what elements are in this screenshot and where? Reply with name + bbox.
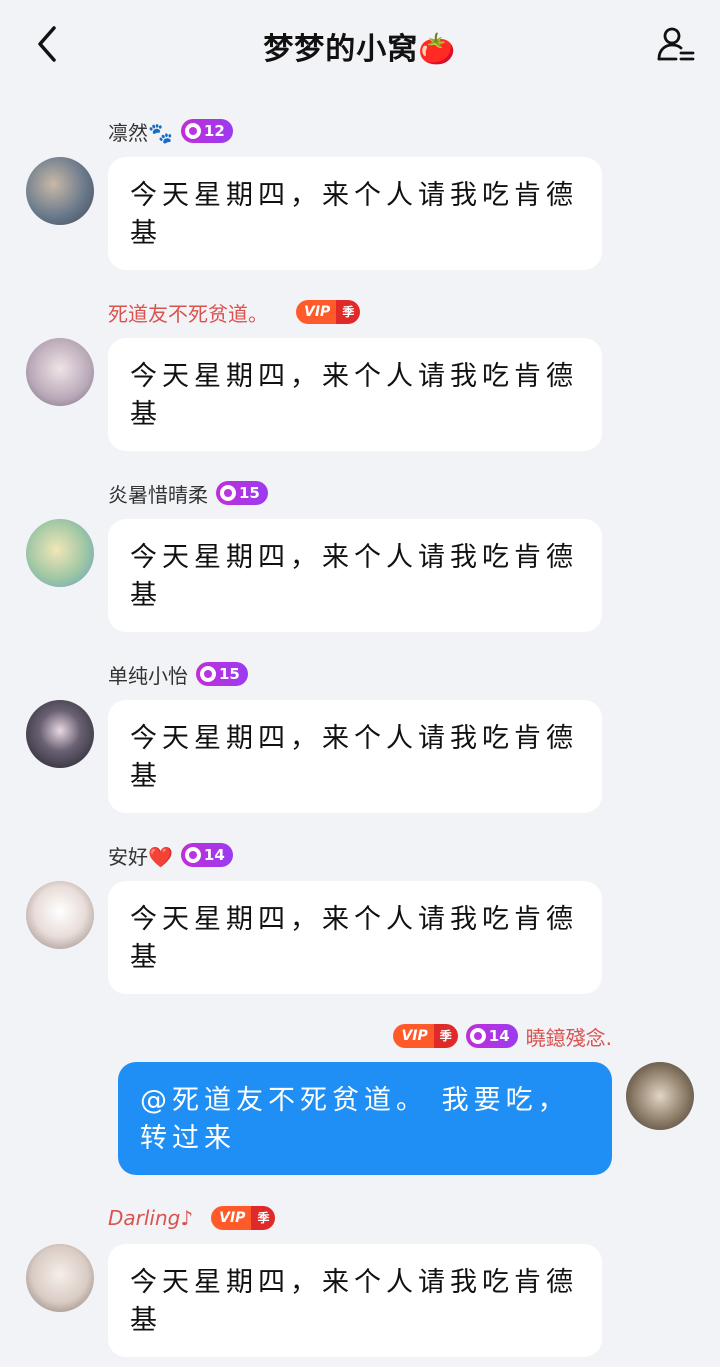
avatar[interactable] (26, 338, 94, 406)
chat-title: 梦梦的小窝🍅 (263, 32, 457, 67)
self-message-bubble[interactable]: @死道友不死贫道。 我要吃，转过来 (118, 1062, 612, 1175)
level-badge: 14 (465, 1024, 518, 1048)
sender-name-row: 炎暑惜晴柔 15 (108, 478, 268, 508)
message-bubble[interactable]: 今天星期四，来个人请我吃肯德基 (108, 157, 602, 270)
sender-name[interactable]: 凛然🐾 (108, 117, 173, 146)
level-badge: 15 (196, 662, 248, 686)
sender-name-row: 死道友不死贫道。 VIP 季 (108, 297, 361, 327)
level-number: 15 (219, 665, 240, 683)
level-icon (469, 1028, 486, 1044)
message-bubble[interactable]: 今天星期四，来个人请我吃肯德基 (108, 1244, 602, 1357)
vip-badge: VIP 季 (296, 300, 361, 324)
level-number: 12 (203, 122, 225, 140)
avatar[interactable] (26, 1244, 94, 1312)
sender-name-row: 安好❤️ 14 (108, 840, 233, 870)
level-number: 14 (203, 846, 225, 864)
vip-label: VIP (393, 1024, 434, 1048)
chat-header: 梦梦的小窝🍅 (0, 0, 720, 88)
avatar[interactable] (26, 519, 94, 587)
level-icon (184, 847, 201, 863)
level-number: 15 (239, 484, 260, 502)
sender-name[interactable]: Darling♪ (108, 1206, 193, 1230)
level-number: 14 (488, 1027, 510, 1045)
message-bubble[interactable]: 今天星期四，来个人请我吃肯德基 (108, 338, 602, 451)
sender-name[interactable]: 曉鐿殘念. (526, 1022, 612, 1051)
level-badge: 14 (180, 843, 233, 867)
group-members-icon[interactable] (656, 24, 696, 64)
sender-name-row: 单纯小怡 15 (108, 659, 248, 689)
level-icon (220, 485, 236, 501)
self-avatar[interactable] (626, 1062, 694, 1130)
vip-season: 季 (433, 1024, 458, 1048)
vip-badge: VIP 季 (211, 1206, 276, 1230)
message-bubble[interactable]: 今天星期四，来个人请我吃肯德基 (108, 519, 602, 632)
vip-label: VIP (296, 300, 337, 324)
sender-name-row: Darling♪ VIP 季 (108, 1203, 276, 1233)
vip-season: 季 (336, 300, 361, 324)
avatar[interactable] (26, 881, 94, 949)
level-icon (184, 123, 201, 139)
avatar[interactable] (26, 700, 94, 768)
level-badge: 12 (180, 119, 233, 143)
vip-label: VIP (211, 1206, 252, 1230)
message-bubble[interactable]: 今天星期四，来个人请我吃肯德基 (108, 881, 602, 994)
sender-name[interactable]: 死道友不死贫道。 (108, 298, 268, 327)
sender-name-row: 凛然🐾 12 (108, 116, 233, 146)
message-bubble[interactable]: 今天星期四，来个人请我吃肯德基 (108, 700, 602, 813)
level-badge: 15 (216, 481, 268, 505)
level-icon (200, 666, 216, 682)
avatar[interactable] (26, 157, 94, 225)
vip-badge: VIP 季 (393, 1024, 458, 1048)
vip-season: 季 (251, 1206, 276, 1230)
sender-name[interactable]: 单纯小怡 (108, 660, 188, 689)
sender-name[interactable]: 炎暑惜晴柔 (108, 479, 208, 508)
sender-name-row: VIP 季 14 曉鐿殘念. (393, 1021, 612, 1051)
sender-name[interactable]: 安好❤️ (108, 841, 173, 870)
